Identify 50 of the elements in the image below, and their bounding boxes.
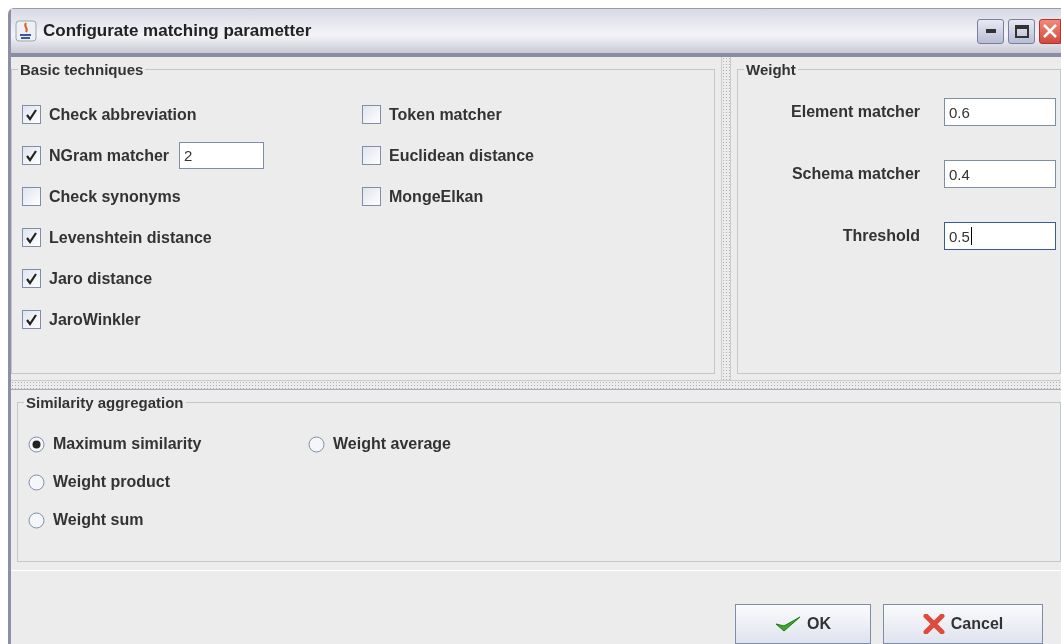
close-button[interactable] [1039,18,1061,44]
checkbox[interactable] [22,228,41,247]
checkbox-label: MongeElkan [389,187,484,206]
checkbox-label: Euclidean distance [389,146,534,165]
checkbox[interactable] [22,146,41,165]
field-label: Schema matcher [791,165,920,183]
panel-title: Similarity aggregation [25,394,185,411]
radio-button[interactable] [308,435,325,453]
checkbox[interactable] [22,310,41,329]
close-icon [1042,23,1058,39]
checkbox[interactable] [22,105,41,124]
minimize-button[interactable] [977,18,1004,44]
checkbox[interactable] [22,269,41,288]
splitter-handle[interactable] [721,57,731,380]
checkbox-label: Levenshtein distance [49,228,212,247]
maximize-icon [1014,24,1029,38]
app-icon [15,20,37,42]
input-field[interactable]: 0.5 [944,222,1056,250]
checkbox[interactable] [22,187,41,206]
checkbox-label: Jaro distance [49,269,153,288]
cancel-button[interactable]: Cancel [883,604,1043,644]
panel-title: Basic techniques [19,61,145,78]
ok-button[interactable]: OK [735,604,871,644]
checkbox-label: Check synonyms [49,187,181,206]
panel-title: Weight [745,61,797,78]
radio-label: Weight product [53,473,171,491]
checkbox-label: Check abbreviation [49,105,197,124]
input-field[interactable]: 0.4 [944,160,1056,188]
input-field[interactable]: 0.6 [944,98,1056,126]
checkbox-label: Token matcher [389,105,502,124]
radio-button[interactable] [28,473,45,491]
checkbox[interactable] [362,187,381,206]
radio-label: Weight average [333,435,451,453]
radio-button[interactable] [28,435,45,453]
radio-label: Maximum similarity [53,435,202,453]
splitter-handle[interactable] [11,380,1061,390]
checkbox-label: NGram matcher [49,146,170,165]
field-label: Element matcher [791,103,920,121]
radio-button[interactable] [28,511,45,529]
checkbox[interactable] [362,105,381,124]
minimize-icon [985,29,996,33]
checkbox-label: JaroWinkler [49,310,141,329]
checkbox[interactable] [362,146,381,165]
maximize-button[interactable] [1008,18,1035,44]
window-title: Configurate matching parametter [43,21,313,41]
radio-label: Weight sum [53,511,144,529]
field-label: Threshold [842,227,920,245]
checkmark-icon [775,615,801,633]
cross-icon [922,614,945,634]
input-field[interactable]: 2 [179,142,265,169]
